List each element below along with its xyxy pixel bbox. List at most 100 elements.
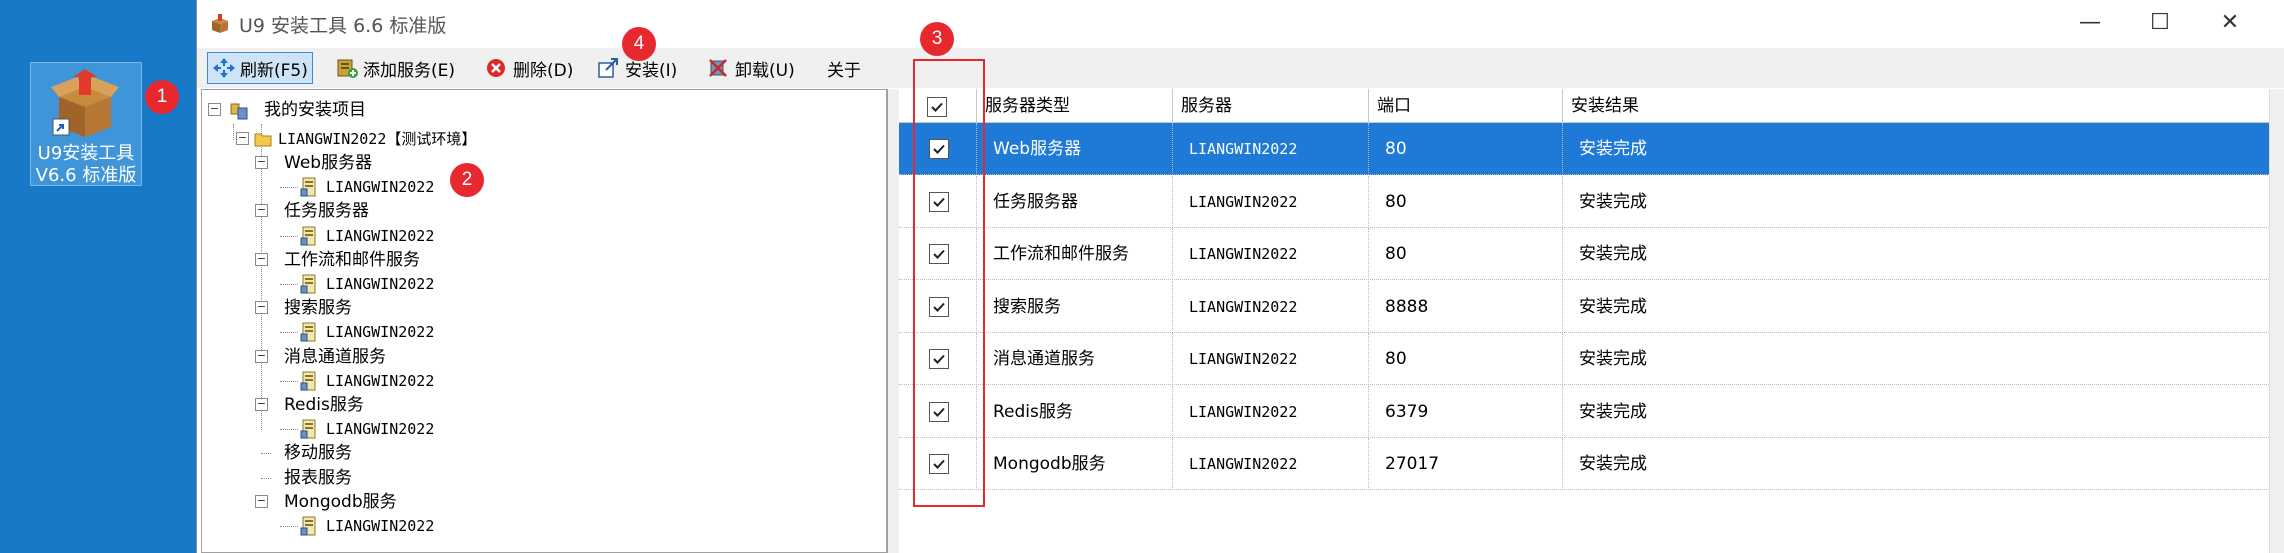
tree-machine[interactable]: − LIANGWIN2022【测试环境】	[236, 127, 636, 151]
tree-group-label: Redis服务	[284, 395, 364, 415]
server-icon	[300, 274, 316, 294]
refresh-label: 刷新(F5)	[240, 60, 308, 81]
window-title: U9 安装工具 6.6 标准版	[239, 15, 447, 37]
marker-4: 4	[622, 27, 656, 61]
checkbox-column-highlight	[913, 59, 985, 507]
add-service-button[interactable]: 添加服务(E)	[331, 52, 459, 84]
install-icon	[598, 58, 618, 78]
cell-install-result: 安装完成	[1579, 139, 1647, 159]
tree-group-label: 报表服务	[284, 467, 352, 488]
tree-connector	[280, 235, 298, 237]
tree-server-node[interactable]: LIANGWIN2022	[280, 514, 540, 538]
maximize-button[interactable]: ☐	[2125, 0, 2195, 48]
tree-root[interactable]: − 我的安装项目	[208, 98, 508, 122]
tree-server-node[interactable]: LIANGWIN2022	[280, 417, 540, 441]
close-button[interactable]: ✕	[2195, 0, 2265, 48]
cell-server: LIANGWIN2022	[1173, 385, 1369, 438]
uninstall-icon	[709, 59, 727, 77]
tree-group[interactable]: − Redis服务	[255, 393, 564, 417]
cell-server: LIANGWIN2022	[1173, 438, 1369, 490]
desktop-shortcut-u9[interactable]: U9安装工具 V6.6 标准版	[30, 62, 142, 186]
tree-server-node[interactable]: LIANGWIN2022	[280, 320, 540, 344]
tree-server-label: LIANGWIN2022	[326, 420, 435, 439]
delete-x-icon	[487, 59, 505, 77]
header-install-result[interactable]: 安装结果	[1563, 89, 2269, 123]
tree-group[interactable]: 报表服务	[261, 466, 564, 490]
tree-group-label: Mongodb服务	[284, 491, 397, 512]
tree-server-label: LIANGWIN2022	[326, 275, 435, 293]
server-icon	[300, 516, 316, 536]
table-row[interactable]: 任务服务器 LIANGWIN2022 80 安装完成	[899, 175, 2269, 228]
server-icon	[300, 419, 316, 439]
table-row[interactable]: 消息通道服务 LIANGWIN2022 80 安装完成	[899, 333, 2269, 385]
refresh-arrows-icon	[213, 58, 235, 78]
cell-server: LIANGWIN2022	[1173, 175, 1369, 228]
box-package-icon	[51, 69, 119, 137]
header-server[interactable]: 服务器	[1173, 89, 1369, 123]
vertical-scrollbar[interactable]	[2269, 89, 2284, 553]
cell-install-result: 安装完成	[1579, 454, 1647, 474]
tree-connector	[280, 332, 298, 334]
server-icon	[300, 177, 316, 197]
collapse-toggle-icon[interactable]: −	[255, 252, 268, 266]
tree-group[interactable]: − 消息通道服务	[255, 345, 564, 369]
minimize-button[interactable]: —	[2055, 0, 2125, 48]
tree-server-node[interactable]: LIANGWIN2022	[280, 175, 540, 199]
tree-group[interactable]: − 工作流和邮件服务	[255, 248, 564, 272]
table-row[interactable]: Mongodb服务 LIANGWIN2022 27017 安装完成	[899, 438, 2269, 490]
pane-splitter[interactable]	[887, 89, 899, 553]
table-row[interactable]: Web服务器 LIANGWIN2022 80 安装完成	[899, 123, 2269, 175]
collapse-toggle-icon[interactable]: −	[255, 204, 268, 218]
cell-server: LIANGWIN2022	[1173, 123, 1369, 175]
tree-connector	[280, 187, 298, 189]
tree-group[interactable]: − 任务服务器	[255, 199, 564, 223]
tree-connector	[280, 526, 298, 527]
uninstall-button[interactable]: 卸载(U)	[703, 52, 799, 84]
tree-connector	[280, 284, 298, 285]
add-service-label: 添加服务(E)	[363, 60, 456, 81]
collapse-toggle-icon[interactable]: −	[208, 103, 221, 116]
collapse-toggle-icon[interactable]: −	[255, 398, 268, 411]
shortcut-label-line1: U9安装工具	[37, 143, 135, 164]
header-port[interactable]: 端口	[1369, 89, 1563, 123]
tree-machine-label: LIANGWIN2022【测试环境】	[278, 130, 477, 148]
delete-label: 删除(D)	[513, 60, 574, 81]
collapse-toggle-icon[interactable]: −	[236, 132, 249, 145]
tree-group[interactable]: 移动服务	[261, 441, 564, 465]
header-server-type[interactable]: 服务器类型	[977, 89, 1173, 123]
tree-group-label: 搜索服务	[284, 298, 352, 319]
tree-group[interactable]: − Web服务器	[255, 151, 564, 175]
collapse-toggle-icon[interactable]: −	[255, 494, 268, 508]
uninstall-label: 卸载(U)	[735, 60, 795, 81]
table-row[interactable]: Redis服务 LIANGWIN2022 6379 安装完成	[899, 385, 2269, 438]
project-tree: − 我的安装项目 − LIANGWIN2022【测试环境】 − Web服务器 LIA…	[201, 89, 887, 553]
cell-port: 80	[1369, 123, 1563, 175]
refresh-button[interactable]: 刷新(F5)	[207, 52, 313, 84]
cell-port: 27017	[1369, 438, 1563, 490]
tree-server-node[interactable]: LIANGWIN2022	[280, 369, 540, 393]
tree-group-label: 任务服务器	[284, 201, 369, 222]
cell-server: LIANGWIN2022	[1173, 333, 1369, 385]
tree-connector	[280, 429, 298, 431]
tree-group[interactable]: − 搜索服务	[255, 296, 564, 320]
server-icon	[300, 322, 316, 342]
tree-group[interactable]: − Mongodb服务	[255, 490, 564, 514]
tree-group-label: Web服务器	[284, 153, 373, 173]
project-icon	[230, 103, 248, 120]
about-button[interactable]: 关于	[823, 52, 865, 84]
table-row[interactable]: 搜索服务 LIANGWIN2022 8888 安装完成	[899, 280, 2269, 333]
tree-server-label: LIANGWIN2022	[326, 178, 435, 197]
tree-server-label: LIANGWIN2022	[326, 517, 435, 535]
collapse-toggle-icon[interactable]: −	[255, 156, 268, 169]
table-row[interactable]: 工作流和邮件服务 LIANGWIN2022 80 安装完成	[899, 228, 2269, 280]
tree-server-node[interactable]: LIANGWIN2022	[280, 224, 540, 248]
shortcut-label-line2: V6.6 标准版	[35, 165, 137, 186]
cell-server-type: 工作流和邮件服务	[977, 228, 1173, 280]
collapse-toggle-icon[interactable]: −	[255, 301, 268, 315]
delete-button[interactable]: 删除(D)	[481, 52, 577, 84]
marker-1: 1	[145, 80, 179, 114]
collapse-toggle-icon[interactable]: −	[255, 349, 268, 363]
tree-server-label: LIANGWIN2022	[326, 323, 435, 342]
tree-root-label: 我的安装项目	[264, 100, 366, 120]
tree-server-node[interactable]: LIANGWIN2022	[280, 272, 540, 296]
